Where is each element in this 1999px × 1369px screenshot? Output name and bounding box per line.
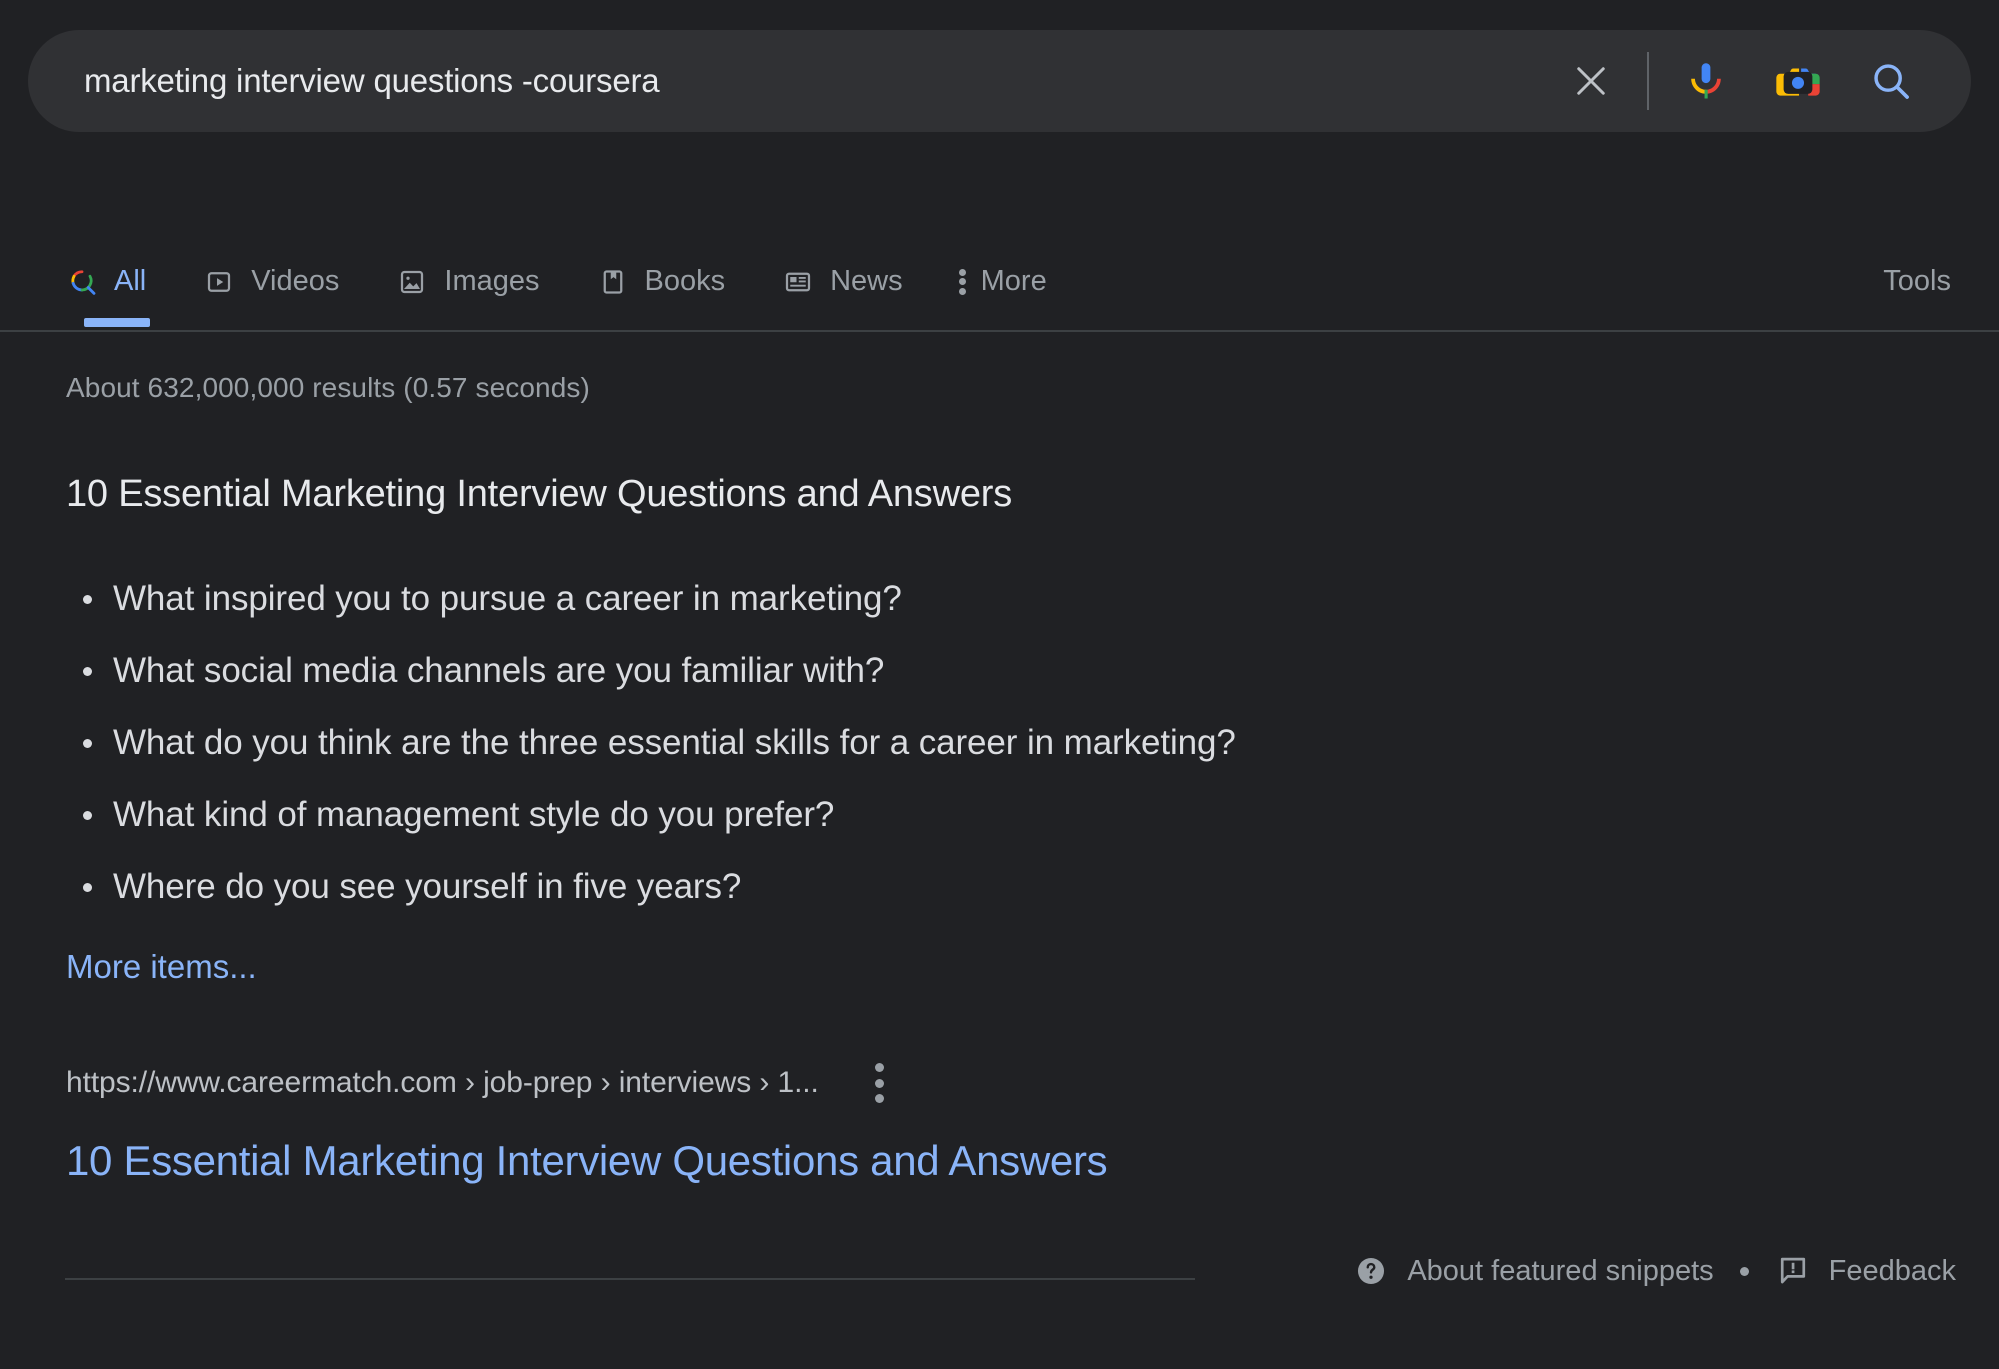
- bullet-icon: [83, 811, 92, 820]
- list-item: Where do you see yourself in five years?: [66, 858, 1236, 915]
- search-input[interactable]: [28, 62, 1563, 100]
- more-vertical-icon[interactable]: [861, 1060, 899, 1106]
- bullet-icon: [83, 739, 92, 748]
- book-icon: [596, 265, 630, 299]
- search-bar[interactable]: [28, 30, 1971, 132]
- result-stats: About 632,000,000 results (0.57 seconds): [66, 372, 590, 404]
- tab-more-label: More: [981, 265, 1047, 298]
- bullet-icon: [83, 595, 92, 604]
- tools-button[interactable]: Tools: [1883, 236, 1951, 327]
- tab-all[interactable]: All: [65, 236, 146, 327]
- result-source-row: https://www.careermatch.com › job-prep ›…: [66, 1060, 899, 1106]
- tab-images-label: Images: [444, 265, 539, 298]
- tab-images[interactable]: Images: [395, 236, 539, 327]
- tabbar-divider: [0, 330, 1999, 332]
- tab-books-label: Books: [645, 265, 726, 298]
- search-tabs-list: All Videos: [65, 236, 1103, 327]
- list-item-text: What inspired you to pursue a career in …: [113, 579, 902, 618]
- microphone-icon[interactable]: [1677, 52, 1735, 110]
- more-vertical-icon: [959, 269, 967, 295]
- more-items-link[interactable]: More items...: [66, 948, 257, 986]
- image-icon: [395, 265, 429, 299]
- featured-snippet-footer: About featured snippets Feedback: [1353, 1253, 1956, 1289]
- about-featured-snippets-label: About featured snippets: [1407, 1255, 1713, 1288]
- tab-all-label: All: [114, 265, 146, 298]
- google-lens-camera-icon[interactable]: [1769, 52, 1827, 110]
- tab-news-label: News: [830, 265, 903, 298]
- video-icon: [202, 265, 236, 299]
- list-item: What inspired you to pursue a career in …: [66, 570, 1236, 627]
- tools-label: Tools: [1883, 265, 1951, 298]
- about-featured-snippets-link[interactable]: About featured snippets: [1353, 1253, 1713, 1289]
- help-circle-icon: [1353, 1253, 1389, 1289]
- footer-separator-dot: [1740, 1267, 1749, 1276]
- featured-snippet-heading: 10 Essential Marketing Interview Questio…: [66, 473, 1012, 516]
- tab-more[interactable]: More: [959, 236, 1047, 327]
- feedback-flag-icon: [1775, 1253, 1811, 1289]
- list-item-text: What do you think are the three essentia…: [113, 723, 1236, 762]
- google-search-colored-icon: [65, 265, 99, 299]
- result-title-link[interactable]: 10 Essential Marketing Interview Questio…: [66, 1137, 1107, 1185]
- tab-books[interactable]: Books: [596, 236, 726, 327]
- bullet-icon: [83, 883, 92, 892]
- news-icon: [781, 265, 815, 299]
- tab-videos[interactable]: Videos: [202, 236, 339, 327]
- list-item: What social media channels are you famil…: [66, 642, 1236, 699]
- footer-divider: [65, 1278, 1195, 1280]
- search-bar-divider: [1647, 52, 1649, 110]
- tab-videos-label: Videos: [251, 265, 339, 298]
- bullet-icon: [83, 667, 92, 676]
- list-item-text: Where do you see yourself in five years?: [113, 867, 741, 906]
- search-tabs: All Videos: [0, 236, 1999, 331]
- google-search-results-page: All Videos: [0, 0, 1999, 1369]
- list-item: What kind of management style do you pre…: [66, 786, 1236, 843]
- breadcrumb[interactable]: https://www.careermatch.com › job-prep ›…: [66, 1066, 819, 1100]
- list-item: What do you think are the three essentia…: [66, 714, 1236, 771]
- search-icon[interactable]: [1863, 53, 1919, 109]
- featured-snippet-list: What inspired you to pursue a career in …: [66, 570, 1236, 930]
- close-icon[interactable]: [1563, 53, 1619, 109]
- search-bar-actions: [1563, 30, 1971, 132]
- tab-news[interactable]: News: [781, 236, 903, 327]
- feedback-link[interactable]: Feedback: [1775, 1253, 1956, 1289]
- active-tab-underline: [84, 318, 150, 327]
- feedback-label: Feedback: [1829, 1255, 1956, 1288]
- list-item-text: What social media channels are you famil…: [113, 651, 884, 690]
- list-item-text: What kind of management style do you pre…: [113, 795, 834, 834]
